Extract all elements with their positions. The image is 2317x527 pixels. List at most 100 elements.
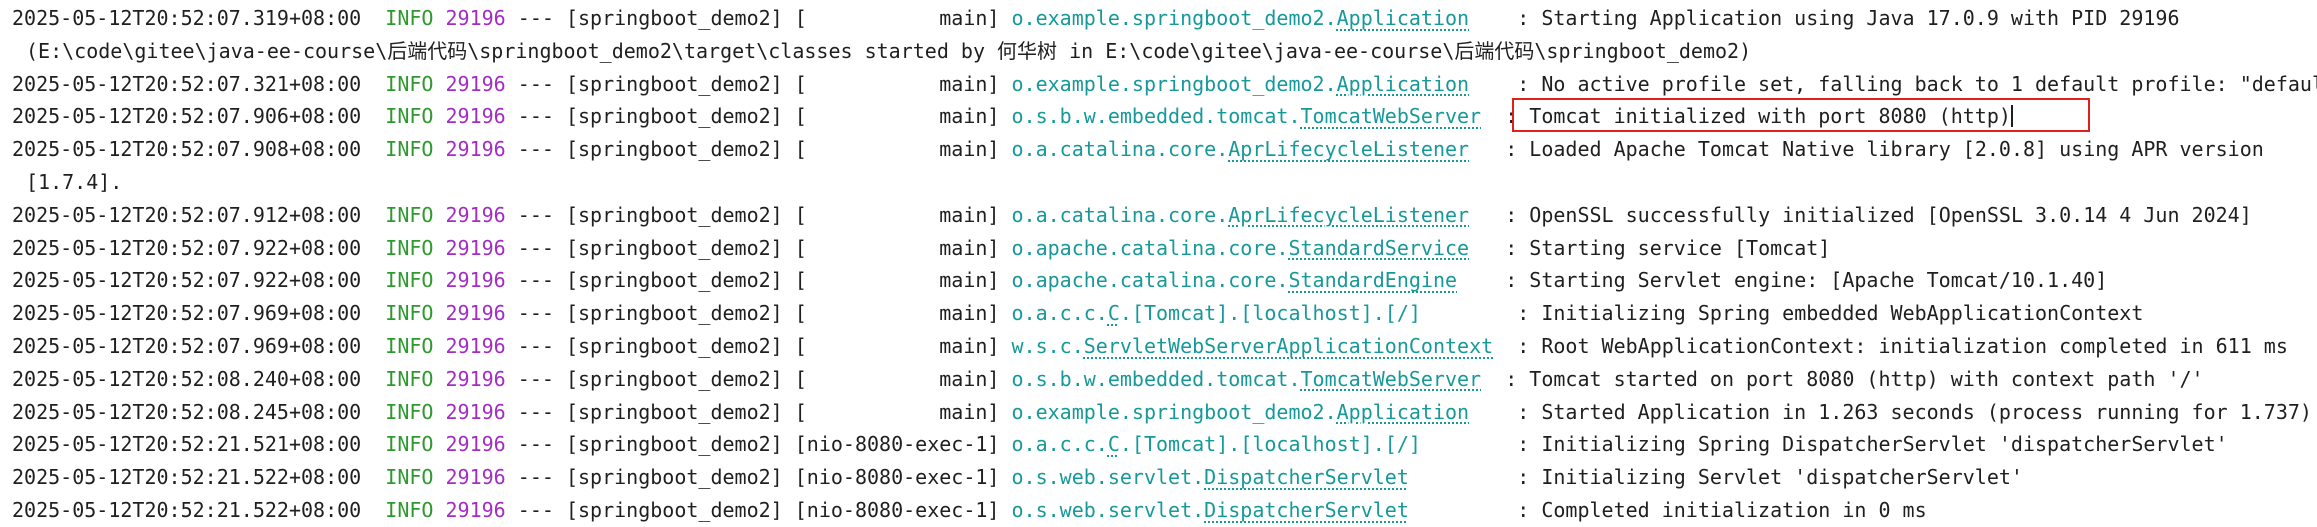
log-timestamp: 2025-05-12T20:52:21.521+08:00 — [12, 432, 362, 457]
log-logger-class-link[interactable]: Application — [1337, 400, 1469, 424]
log-logger-class-link[interactable]: ServletWebServerApplicationContext — [1084, 334, 1493, 358]
log-logger-class-link[interactable]: AprLifecycleListener — [1228, 137, 1469, 161]
log-message: : Initializing Servlet 'dispatcherServle… — [1517, 465, 2023, 490]
log-separator: --- — [517, 465, 554, 490]
log-logger-class-link[interactable]: TomcatWebServer — [1300, 104, 1481, 128]
log-line[interactable]: 2025-05-12T20:52:07.969+08:00 INFO 29196… — [12, 330, 2288, 362]
log-logger-package: o.a.c.c. — [1011, 432, 1108, 457]
log-separator: --- — [517, 366, 554, 391]
log-line[interactable]: 2025-05-12T20:52:07.908+08:00 INFO 29196… — [12, 133, 2264, 165]
log-line-continuation[interactable]: [1.7.4]. — [26, 166, 122, 198]
log-message: : Completed initialization in 0 ms — [1517, 498, 1927, 522]
log-pid: 29196 — [445, 268, 506, 293]
log-thread: [ main] — [794, 268, 1000, 293]
log-thread: [ main] — [794, 104, 1000, 129]
log-timestamp: 2025-05-12T20:52:08.245+08:00 — [12, 399, 362, 424]
log-logger-class-link[interactable]: Application — [1337, 72, 1469, 96]
log-line[interactable]: 2025-05-12T20:52:07.906+08:00 INFO 29196… — [12, 100, 2013, 132]
log-logger[interactable]: o.apache.catalina.core.StandardEngine — [1012, 268, 1458, 292]
log-line[interactable]: 2025-05-12T20:52:21.522+08:00 INFO 29196… — [12, 494, 1927, 526]
log-separator: --- — [517, 6, 554, 30]
log-logger-class-link[interactable]: Application — [1337, 6, 1469, 30]
log-timestamp: 2025-05-12T20:52:07.912+08:00 — [12, 202, 362, 227]
log-timestamp: 2025-05-12T20:52:07.969+08:00 — [12, 301, 362, 326]
log-line[interactable]: 2025-05-12T20:52:08.240+08:00 INFO 29196… — [12, 363, 2204, 395]
log-line[interactable]: 2025-05-12T20:52:07.319+08:00 INFO 29196… — [12, 2, 2180, 34]
log-timestamp: 2025-05-12T20:52:21.522+08:00 — [12, 498, 362, 522]
log-app-name: [springboot_demo2] — [565, 6, 783, 30]
log-logger-package: o.s.web.servlet. — [1011, 465, 1205, 490]
log-line[interactable]: 2025-05-12T20:52:07.922+08:00 INFO 29196… — [12, 264, 2107, 296]
log-app-name: [springboot_demo2] — [565, 71, 783, 96]
log-timestamp: 2025-05-12T20:52:07.908+08:00 — [12, 137, 362, 162]
log-logger[interactable]: o.a.catalina.core.AprLifecycleListener — [1012, 203, 1470, 227]
log-thread: [ main] — [794, 399, 1000, 424]
log-logger-class-link[interactable]: C — [1108, 432, 1120, 456]
log-separator: --- — [517, 71, 554, 96]
log-logger-class-link[interactable]: DispatcherServlet — [1204, 465, 1409, 489]
log-logger[interactable]: o.a.catalina.core.AprLifecycleListener — [1012, 137, 1470, 161]
log-thread: [nio-8080-exec-1] — [794, 498, 1000, 522]
log-thread: [ main] — [794, 6, 1000, 30]
log-message: : Initializing Spring DispatcherServlet … — [1517, 432, 2228, 457]
log-logger[interactable]: o.s.web.servlet.DispatcherServlet — [1012, 465, 1409, 489]
log-line[interactable]: 2025-05-12T20:52:08.245+08:00 INFO 29196… — [12, 396, 2312, 428]
log-logger-padding — [1469, 203, 1493, 227]
log-logger-padding — [1421, 432, 1505, 456]
log-logger-class-link[interactable]: StandardService — [1288, 236, 1469, 260]
log-logger-padding — [1469, 400, 1505, 424]
log-line[interactable]: 2025-05-12T20:52:21.522+08:00 INFO 29196… — [12, 461, 2023, 493]
log-logger-class-link[interactable]: C — [1108, 301, 1120, 325]
log-logger[interactable]: o.s.web.servlet.DispatcherServlet — [1012, 498, 1409, 522]
log-logger-class-link[interactable]: StandardEngine — [1288, 268, 1457, 292]
log-logger-class-link[interactable]: AprLifecycleListener — [1228, 203, 1469, 227]
log-logger[interactable]: o.example.springboot_demo2.Application — [1012, 72, 1470, 96]
log-pid: 29196 — [445, 399, 506, 424]
log-message: : No active profile set, falling back to… — [1517, 71, 2317, 96]
log-line[interactable]: 2025-05-12T20:52:07.969+08:00 INFO 29196… — [12, 297, 2143, 329]
log-separator: --- — [517, 399, 554, 424]
log-app-name: [springboot_demo2] — [565, 202, 783, 227]
log-app-name: [springboot_demo2] — [565, 432, 783, 457]
log-level: INFO — [385, 268, 434, 293]
log-thread: [nio-8080-exec-1] — [794, 465, 1000, 490]
log-line[interactable]: 2025-05-12T20:52:07.912+08:00 INFO 29196… — [12, 199, 2252, 231]
log-level: INFO — [385, 432, 434, 457]
log-logger[interactable]: o.s.b.w.embedded.tomcat.TomcatWebServer — [1012, 367, 1482, 391]
log-separator: --- — [517, 498, 554, 522]
log-logger[interactable]: o.s.b.w.embedded.tomcat.TomcatWebServer — [1012, 104, 1482, 128]
log-pid: 29196 — [445, 104, 506, 129]
log-pid: 29196 — [445, 432, 506, 457]
log-separator: --- — [517, 104, 554, 129]
log-line[interactable]: 2025-05-12T20:52:21.521+08:00 INFO 29196… — [12, 428, 2228, 460]
log-separator: --- — [517, 202, 554, 227]
log-timestamp: 2025-05-12T20:52:07.922+08:00 — [12, 268, 362, 293]
log-level: INFO — [385, 301, 434, 326]
log-logger-package: o.example.springboot_demo2. — [1011, 399, 1337, 424]
log-separator: --- — [517, 268, 554, 293]
log-logger[interactable]: o.example.springboot_demo2.Application — [1012, 6, 1470, 30]
log-line-continuation[interactable]: (E:\code\gitee\java-ee-course\后端代码\sprin… — [26, 35, 1751, 67]
log-logger-padding — [1409, 498, 1505, 522]
log-logger[interactable]: o.apache.catalina.core.StandardService — [1012, 236, 1470, 260]
log-logger[interactable]: w.s.c.ServletWebServerApplicationContext — [1012, 334, 1494, 358]
log-message: : Started Application in 1.263 seconds (… — [1517, 399, 2312, 424]
log-message: : OpenSSL successfully initialized [Open… — [1505, 202, 2252, 227]
log-message: : Starting service [Tomcat] — [1505, 235, 1831, 260]
log-timestamp: 2025-05-12T20:52:07.319+08:00 — [12, 6, 362, 30]
log-logger[interactable]: o.example.springboot_demo2.Application — [1012, 400, 1470, 424]
log-logger-class-link[interactable]: TomcatWebServer — [1300, 367, 1481, 391]
log-line[interactable]: 2025-05-12T20:52:07.321+08:00 INFO 29196… — [12, 68, 2317, 100]
log-pid: 29196 — [445, 465, 506, 490]
log-logger-padding — [1469, 236, 1493, 260]
log-logger[interactable]: o.a.c.c.C.[Tomcat].[localhost].[/] — [1012, 301, 1421, 325]
log-separator: --- — [517, 432, 554, 457]
log-logger-class-link[interactable]: DispatcherServlet — [1204, 498, 1409, 522]
log-line[interactable]: 2025-05-12T20:52:07.922+08:00 INFO 29196… — [12, 232, 1830, 264]
log-level: INFO — [385, 104, 434, 129]
log-logger[interactable]: o.a.c.c.C.[Tomcat].[localhost].[/] — [1012, 432, 1421, 456]
log-message-continuation: [1.7.4]. — [26, 170, 123, 194]
log-message: : Loaded Apache Tomcat Native library [2… — [1505, 137, 2264, 162]
console-output[interactable]: 2025-05-12T20:52:07.319+08:00 INFO 29196… — [0, 0, 2317, 527]
log-app-name: [springboot_demo2] — [565, 268, 783, 293]
